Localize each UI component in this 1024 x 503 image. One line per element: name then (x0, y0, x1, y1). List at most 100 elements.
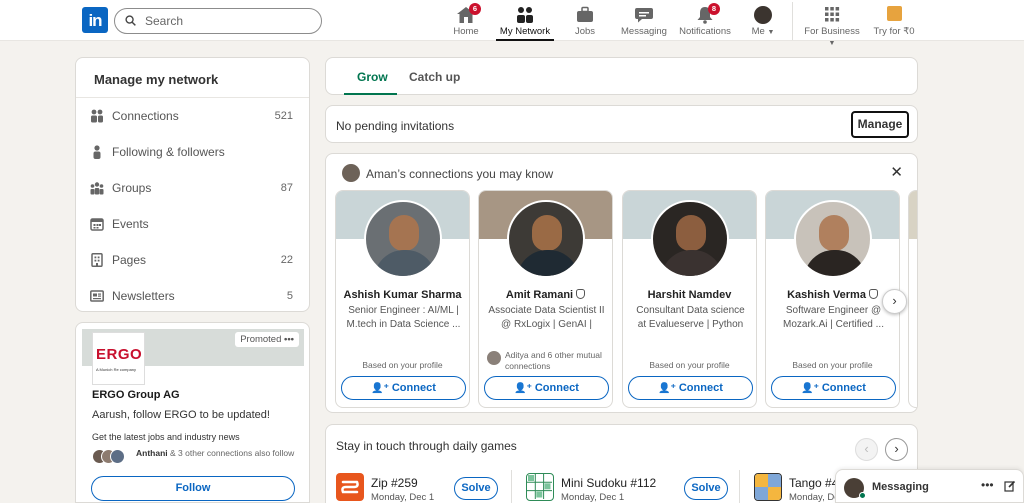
solve-button[interactable]: Solve (454, 477, 498, 500)
avatar (342, 164, 360, 182)
invitations-card: No pending invitations Manage (325, 105, 918, 143)
grid-icon (822, 6, 842, 24)
daily-games-card: Stay in touch through daily games ‹ › Zi… (325, 424, 918, 503)
game-item-mini-sudoku[interactable]: Mini Sudoku #112 Monday, Dec 1 Solve (526, 473, 736, 503)
sidebar-item-newsletters[interactable]: Newsletters 5 (76, 278, 309, 314)
manage-network-card: Manage my network Connections 521 Follow… (75, 57, 310, 312)
avatar[interactable] (794, 200, 872, 278)
bell-icon: 8 (695, 3, 720, 24)
sidebar-item-label: Following & followers (112, 145, 225, 159)
ad-connections-rest: & 3 other connections also follow (167, 448, 295, 458)
zip-icon (336, 473, 364, 501)
manage-invitations-button[interactable]: Manage (851, 111, 909, 138)
building-icon (91, 253, 103, 267)
connect-label: Connect (678, 382, 723, 394)
sidebar-item-pages[interactable]: Pages 22 (76, 242, 309, 278)
sidebar-item-label: Newsletters (112, 289, 175, 303)
messaging-dock[interactable]: Messaging ••• (835, 469, 1024, 503)
chevron-right-icon[interactable]: › (885, 438, 908, 461)
nav-me[interactable]: Me ▼ (748, 3, 778, 41)
nav-me-label: Me (751, 26, 765, 37)
add-person-icon: 👤⁺ (658, 383, 676, 394)
avatar[interactable] (651, 200, 729, 278)
connect-button[interactable]: 👤⁺ Connect (341, 376, 466, 400)
connect-label: Connect (534, 382, 579, 394)
person-name[interactable]: Kashish Verma (766, 289, 899, 301)
person-headline: Consultant Data science at Evalueserve |… (636, 305, 745, 330)
sidebar-item-groups[interactable]: Groups 87 (76, 170, 309, 206)
person-card[interactable]: Kashish Verma Software Engineer @ Mozark… (765, 190, 900, 408)
premium-icon (884, 6, 904, 24)
game-date: Monday, Dec 1 (371, 492, 435, 503)
mutual-connections-text: Aditya and 6 other mutual connections (505, 350, 602, 371)
person-card[interactable]: Harshit Namdev Consultant Data science a… (622, 190, 757, 408)
connect-button[interactable]: 👤⁺ Connect (484, 376, 609, 400)
sidebar-item-count: 22 (280, 254, 293, 266)
briefcase-icon (575, 6, 595, 24)
connect-label: Connect (821, 382, 866, 394)
sidebar-item-events[interactable]: Events (76, 206, 309, 242)
suggestion-reason: Based on your profile (792, 360, 873, 370)
linkedin-logo[interactable]: in (82, 7, 108, 33)
person-name-text: Kashish Verma (787, 289, 866, 301)
person-card[interactable]: Amit Ramani Associate Data Scientist II … (478, 190, 613, 408)
promoted-label[interactable]: Promoted ••• (235, 332, 299, 347)
solve-button[interactable]: Solve (684, 477, 728, 500)
tab-grow[interactable]: Grow (357, 70, 388, 84)
chevron-left-icon[interactable]: ‹ (855, 438, 878, 461)
more-options-icon[interactable]: ••• (284, 334, 294, 345)
nav-home-label: Home (453, 26, 479, 37)
suggestion-reason: Based on your profile (362, 360, 443, 370)
connect-label: Connect (391, 382, 436, 394)
nav-for-business-label: For Business (804, 26, 860, 37)
person-headline: Associate Data Scientist II @ RxLogix | … (488, 305, 605, 330)
sidebar-item-count: 521 (274, 110, 293, 122)
person-name[interactable]: Harshit Namdev (623, 289, 756, 301)
follow-button[interactable]: Follow (91, 476, 295, 501)
nav-notifications[interactable]: 8 Notifications (677, 3, 733, 41)
tab-catch-up[interactable]: Catch up (409, 70, 460, 84)
add-person-icon: 👤⁺ (514, 383, 532, 394)
network-tabs: Grow Catch up (325, 57, 918, 95)
nav-jobs[interactable]: Jobs (570, 3, 600, 41)
person-card[interactable]: Ashish Kumar Sharma Senior Engineer : AI… (335, 190, 470, 408)
search-input[interactable]: Search (114, 8, 322, 34)
game-item-zip[interactable]: Zip #259 Monday, Dec 1 Solve (336, 473, 501, 503)
search-placeholder: Search (145, 14, 184, 28)
person-name[interactable]: Amit Ramani (479, 289, 612, 301)
compose-icon[interactable] (1004, 480, 1016, 492)
more-options-icon[interactable]: ••• (981, 478, 994, 492)
nav-my-network[interactable]: My Network (496, 3, 554, 41)
sidebar-item-following[interactable]: Following & followers (76, 134, 309, 170)
ad-connections-text: Anthani & 3 other connections also follo… (136, 448, 306, 459)
network-icon (515, 6, 535, 24)
person-card-peek[interactable] (908, 190, 917, 408)
chevron-right-icon[interactable]: › (882, 289, 907, 314)
ergo-logo-text: ERGO (96, 346, 143, 363)
avatar[interactable] (507, 200, 585, 278)
avatar[interactable] (364, 200, 442, 278)
sidebar-item-label: Events (112, 217, 149, 231)
nav-messaging[interactable]: Messaging (620, 3, 668, 41)
ergo-logo[interactable]: ERGO A Munich Re company (92, 332, 145, 385)
ad-company-name: ERGO Group AG (92, 389, 180, 401)
pending-invitations-text: No pending invitations (336, 119, 455, 133)
close-icon[interactable]: ✕ (890, 163, 903, 181)
nav-for-business[interactable]: For Business ▼ (800, 3, 864, 47)
ad-connection-name: Anthani (136, 448, 168, 458)
connect-button[interactable]: 👤⁺ Connect (628, 376, 753, 400)
search-icon (125, 15, 136, 26)
people-icon (91, 109, 103, 123)
notifications-badge: 8 (708, 3, 720, 15)
messaging-label: Messaging (872, 481, 929, 493)
connect-button[interactable]: 👤⁺ Connect (771, 376, 896, 400)
calendar-icon (90, 218, 104, 231)
nav-home[interactable]: 6 Home (449, 3, 483, 41)
chat-icon (634, 6, 654, 24)
nav-premium[interactable]: Try for ₹0 (872, 3, 916, 41)
person-name[interactable]: Ashish Kumar Sharma (336, 289, 469, 301)
person-icon (93, 145, 101, 159)
verified-icon (868, 289, 878, 299)
sidebar-item-connections[interactable]: Connections 521 (76, 98, 309, 134)
games-title: Stay in touch through daily games (336, 439, 517, 453)
